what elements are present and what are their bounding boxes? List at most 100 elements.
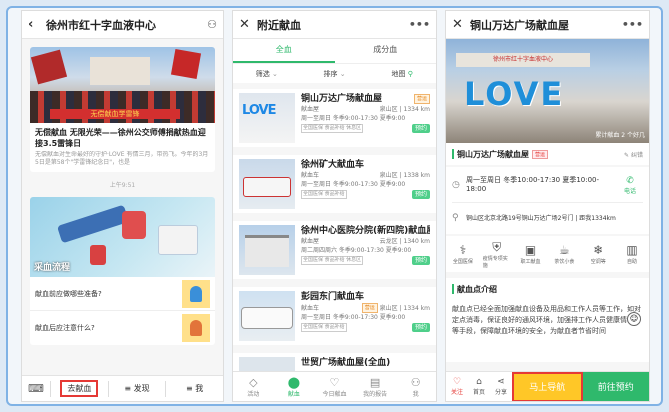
site-distance: 1334 km bbox=[403, 106, 431, 113]
site-name: 世贸广场献血屋(全血) bbox=[301, 358, 391, 368]
collect-button[interactable]: ♡ 关注 bbox=[446, 377, 468, 396]
status-badge: 营运 bbox=[361, 303, 378, 313]
phone-button[interactable]: ✆ 电话 bbox=[617, 176, 643, 195]
site-tags: 全国医保 食品补给 bbox=[301, 323, 347, 332]
bottom-menu: ⌨ 去献血 ≡ 发现 ≡ 我 bbox=[22, 375, 223, 401]
site-name: 徐州矿大献血车 bbox=[301, 160, 365, 170]
keyboard-icon[interactable]: ⌨ bbox=[22, 382, 50, 395]
me-menu[interactable]: ≡ 我 bbox=[166, 383, 223, 394]
intro-text: 献血点已经全面加强献血设备及用品和工作人员等工作，如对定点消毒，保证良好的通风环… bbox=[452, 305, 641, 335]
intro-section: 献血点介绍 献血点已经全面加强献血设备及用品和工作人员等工作，如对定点消毒，保证… bbox=[446, 278, 649, 362]
share-button[interactable]: ⋖ 分享 bbox=[490, 377, 512, 396]
site-info: 徐州中心医院分院(新四院)献血屋 献血屋 云龙区 | 1340 km 周二周四周六… bbox=[301, 226, 431, 265]
back-icon[interactable]: ‹ bbox=[28, 17, 42, 32]
site-name: 铜山万达广场献血屋 bbox=[301, 94, 383, 104]
blood-bag2-icon bbox=[90, 245, 106, 265]
reserve-button[interactable]: 预约 bbox=[411, 189, 430, 199]
location-icon: ⚲ bbox=[452, 213, 459, 223]
faq-thumb bbox=[182, 314, 210, 342]
navigate-button[interactable]: 马上导航 bbox=[512, 371, 583, 401]
site-type: 献血屋 bbox=[301, 238, 320, 245]
shield-icon: ⛨ bbox=[492, 239, 502, 254]
flag-right bbox=[170, 48, 202, 80]
service-item: ❄ 空调等 bbox=[590, 243, 606, 265]
tab-activity[interactable]: ◇ 活动 bbox=[233, 376, 274, 398]
site-thumb bbox=[239, 159, 295, 209]
close-icon[interactable]: ✕ bbox=[239, 17, 253, 32]
service-item: ⚕ 全国医保 bbox=[452, 243, 473, 265]
site-detail-panel: ✕ 铜山万达广场献血屋 ••• 徐州市红十字血液中心 LOVE 累计献血 2 个… bbox=[445, 10, 650, 402]
site-distance: 1340 km bbox=[403, 238, 431, 245]
location-pin-icon: ⬤ bbox=[287, 375, 301, 389]
site-photo[interactable]: 徐州市红十字血液中心 LOVE 累计献血 2 个好几 bbox=[446, 39, 649, 143]
tab-me[interactable]: ⚇ 我 bbox=[395, 376, 436, 398]
reserve-button[interactable]: 预约 bbox=[411, 123, 430, 133]
page-title: 铜山万达广场献血屋 bbox=[470, 18, 569, 32]
list-item[interactable]: 彭园东门献血车 献血车 营运 泉山区 | 1334 km 周一至周日 冬季9:00… bbox=[233, 287, 436, 345]
filter-dropdown[interactable]: 筛选 ⌄ bbox=[233, 69, 301, 79]
report-error-link[interactable]: ✎ 纠错 bbox=[624, 150, 643, 159]
process-illustration: 采血流程 bbox=[30, 197, 215, 277]
process-card[interactable]: 采血流程 献血前应做哪些准备? 献血后应注意什么? bbox=[30, 197, 215, 345]
nav-bar: ✕ 附近献血 ••• bbox=[233, 11, 436, 39]
home-icon: ⌂ bbox=[476, 377, 482, 387]
site-info: 彭园东门献血车 献血车 营运 泉山区 | 1334 km 周一至周日 冬季9:00… bbox=[301, 292, 430, 332]
list-item[interactable]: LOVE 铜山万达广场献血屋 营运 献血屋 泉山区 | 1334 km 周一至周日 … bbox=[233, 89, 436, 147]
chevron-down-icon: ⌄ bbox=[272, 69, 278, 78]
faq-item[interactable]: 献血后应注意什么? bbox=[30, 311, 215, 345]
user-icon: ⚇ bbox=[410, 375, 421, 389]
site-info: 铜山万达广场献血屋 营运 献血屋 泉山区 | 1334 km 周一至周日 冬季9:0… bbox=[301, 94, 431, 133]
site-address[interactable]: 铜山区北京北路19号铜山万达广场2号门 | 距我1334km bbox=[466, 214, 643, 223]
reserve-button[interactable]: 预约 bbox=[411, 322, 430, 332]
chat-icon[interactable]: ☺ bbox=[627, 312, 641, 326]
edit-icon: ✎ bbox=[624, 151, 630, 159]
filter-bar: 筛选 ⌄ 排序 ⌄ 地图 ⚲ bbox=[233, 63, 436, 83]
book-button[interactable]: 前往预约 bbox=[582, 371, 649, 401]
chevron-down-icon: ⌄ bbox=[339, 69, 346, 78]
action-bar: ♡ 关注 ⌂ 首页 ⋖ 分享 马上导航 前往预约 bbox=[446, 371, 649, 401]
tab-report[interactable]: ▤ 我的报告 bbox=[355, 376, 396, 398]
site-thumb bbox=[239, 225, 295, 275]
phone-icon: ✆ bbox=[626, 175, 634, 186]
map-pin-icon: ⚲ bbox=[407, 69, 413, 78]
tab-today[interactable]: ♡ 今日献血 bbox=[314, 376, 355, 398]
tab-component-blood[interactable]: 成分血 bbox=[335, 39, 437, 63]
list-item[interactable]: 徐州中心医院分院(新四院)献血屋 献血屋 云龙区 | 1340 km 周二周四周六… bbox=[233, 221, 436, 279]
photo-sign: 徐州市红十字血液中心 bbox=[456, 53, 590, 67]
nearby-donation-panel: ✕ 附近献血 ••• 全血 成分血 筛选 ⌄ 排序 ⌄ 地图 ⚲ LOVE 铜山… bbox=[232, 10, 437, 402]
bottom-tab-bar: ◇ 活动 ⬤ 献血 ♡ 今日献血 ▤ 我的报告 ⚇ 我 bbox=[233, 371, 436, 401]
sort-dropdown[interactable]: 排序 ⌄ bbox=[301, 69, 369, 79]
close-icon[interactable]: ✕ bbox=[452, 17, 466, 32]
opening-hours: 周一至周日 冬季10:00-17:30 夏季10:00-18:00 bbox=[466, 176, 600, 193]
nav-bar: ‹ 徐州市红十字血液中心 ⚇ bbox=[22, 11, 223, 39]
blood-bag-icon bbox=[122, 211, 146, 239]
tab-donate[interactable]: ⬤ 献血 bbox=[274, 376, 315, 398]
tab-whole-blood[interactable]: 全血 bbox=[233, 39, 335, 63]
list-item[interactable]: 世贸广场献血屋(全血) bbox=[233, 353, 436, 373]
site-thumb bbox=[239, 291, 295, 341]
heart-icon: ♡ bbox=[452, 377, 462, 387]
more-icon[interactable]: ••• bbox=[622, 18, 643, 31]
site-info: 世贸广场献血屋(全血) bbox=[301, 357, 430, 369]
site-hours: 周一至周日 冬季9:00-17:30 夏季9:00 bbox=[301, 115, 406, 122]
more-icon[interactable]: ••• bbox=[409, 18, 430, 31]
building bbox=[90, 57, 150, 85]
nav-bar: ✕ 铜山万达广场献血屋 ••• bbox=[446, 11, 649, 39]
status-badge: 营运 bbox=[532, 149, 549, 159]
discover-menu[interactable]: ≡ 发现 bbox=[109, 383, 166, 394]
donate-menu[interactable]: 去献血 bbox=[51, 380, 108, 397]
blood-type-tabs: 全血 成分血 bbox=[233, 39, 436, 63]
blood-center-panel: ‹ 徐州市红十字血液中心 ⚇ 无偿献血学雷锋 无偿献血 无限光荣——徐州公交师傅… bbox=[21, 10, 224, 402]
faq-item[interactable]: 献血前应做哪些准备? bbox=[30, 277, 215, 311]
clock-icon: ◷ bbox=[452, 180, 460, 190]
map-button[interactable]: 地图 ⚲ bbox=[368, 69, 436, 79]
donate-button[interactable]: 去献血 bbox=[60, 380, 99, 397]
flag-left bbox=[30, 49, 68, 85]
profile-icon[interactable]: ⚇ bbox=[207, 18, 217, 31]
site-hours: 周二周四周六 冬季9:00-17:30 夏季9:00 bbox=[301, 247, 412, 254]
home-button[interactable]: ⌂ 首页 bbox=[468, 377, 490, 396]
list-item[interactable]: 徐州矿大献血车 献血车 泉山区 | 1338 km 周一至周日 冬季9:00-17… bbox=[233, 155, 436, 213]
status-badge: 营运 bbox=[413, 94, 430, 104]
article-card[interactable]: 无偿献血学雷锋 无偿献血 无限光荣——徐州公交师傅捐献热血迎接3.5雷锋日 无偿… bbox=[30, 47, 215, 172]
reserve-button[interactable]: 预约 bbox=[411, 255, 430, 265]
